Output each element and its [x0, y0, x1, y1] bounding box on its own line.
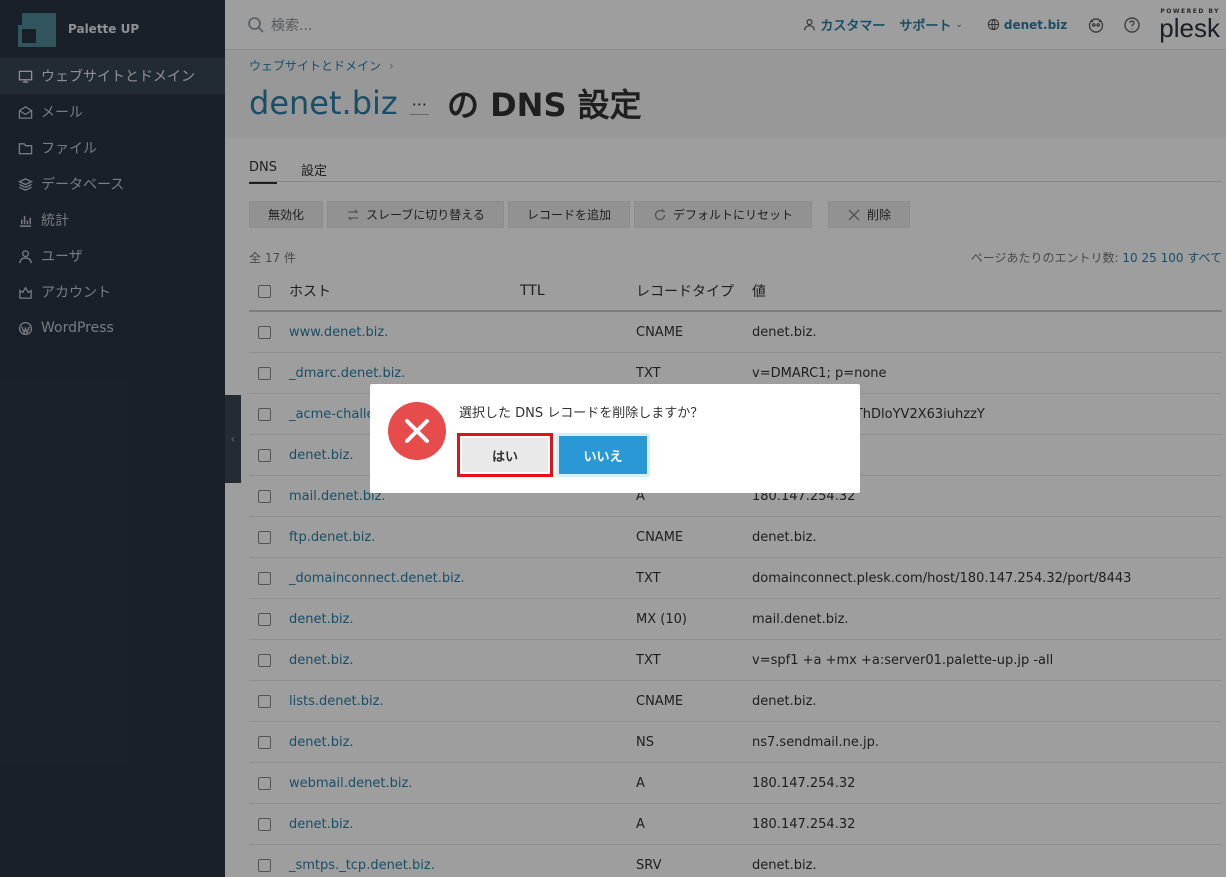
- error-icon: [388, 402, 446, 460]
- no-button[interactable]: いいえ: [556, 433, 650, 477]
- confirm-dialog: 選択した DNS レコードを削除しますか？ はい いいえ: [370, 384, 860, 493]
- yes-button[interactable]: はい: [457, 433, 553, 477]
- dialog-message: 選択した DNS レコードを削除しますか？: [459, 406, 704, 421]
